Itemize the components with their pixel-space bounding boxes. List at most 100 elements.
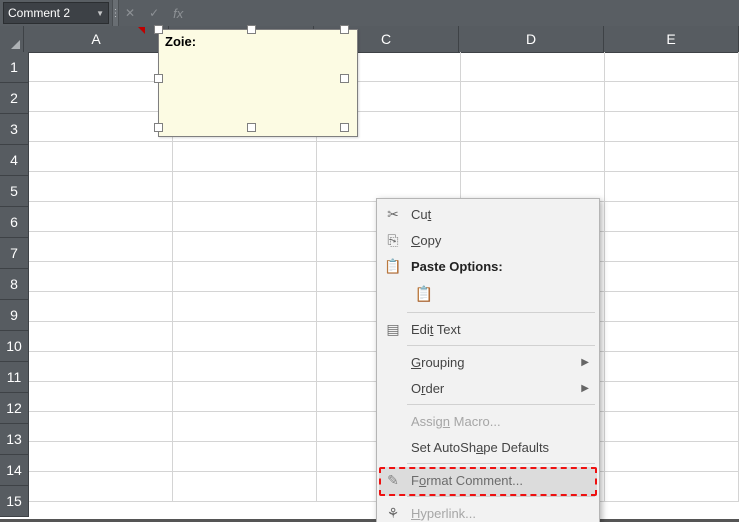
menu-item-copy[interactable]: ⎘Copy xyxy=(377,227,599,253)
selection-handle[interactable] xyxy=(340,25,349,34)
cell[interactable] xyxy=(461,52,605,82)
selection-handle[interactable] xyxy=(154,74,163,83)
cell[interactable] xyxy=(605,112,739,142)
cell[interactable] xyxy=(29,412,173,442)
cell[interactable] xyxy=(29,142,173,172)
cell[interactable] xyxy=(29,172,173,202)
cell[interactable] xyxy=(29,262,173,292)
selection-handle[interactable] xyxy=(340,74,349,83)
cell[interactable] xyxy=(29,232,173,262)
cell[interactable] xyxy=(461,142,605,172)
selection-handle[interactable] xyxy=(340,123,349,132)
column-header-E[interactable]: E xyxy=(604,26,739,53)
row-header-8[interactable]: 8 xyxy=(0,269,29,300)
cell[interactable] xyxy=(173,142,317,172)
selection-handle[interactable] xyxy=(154,25,163,34)
row-header-5[interactable]: 5 xyxy=(0,176,29,207)
cell[interactable] xyxy=(29,52,173,82)
menu-item-label: Assign Macro... xyxy=(411,414,501,429)
cell[interactable] xyxy=(605,472,739,502)
row-header-9[interactable]: 9 xyxy=(0,300,29,331)
menu-item-label: Hyperlink... xyxy=(411,506,476,521)
cell[interactable] xyxy=(29,352,173,382)
row-header-13[interactable]: 13 xyxy=(0,424,29,455)
row-header-7[interactable]: 7 xyxy=(0,238,29,269)
cell[interactable] xyxy=(605,322,739,352)
row-header-11[interactable]: 11 xyxy=(0,362,29,393)
selection-handle[interactable] xyxy=(154,123,163,132)
cell[interactable] xyxy=(173,382,317,412)
menu-separator xyxy=(407,312,595,313)
comment-author-label: Zoie: xyxy=(165,34,196,49)
cell[interactable] xyxy=(173,352,317,382)
cell[interactable] xyxy=(173,442,317,472)
name-box-dropdown-icon[interactable]: ▼ xyxy=(96,9,104,18)
cell[interactable] xyxy=(461,112,605,142)
menu-item-order[interactable]: Order▶ xyxy=(377,375,599,401)
cell[interactable] xyxy=(605,292,739,322)
cell[interactable] xyxy=(605,352,739,382)
cell[interactable] xyxy=(605,262,739,292)
cell[interactable] xyxy=(461,82,605,112)
cell[interactable] xyxy=(173,412,317,442)
column-header-D[interactable]: D xyxy=(459,26,604,53)
cell[interactable] xyxy=(173,172,317,202)
selection-handle[interactable] xyxy=(247,25,256,34)
cell[interactable] xyxy=(173,232,317,262)
cell[interactable] xyxy=(173,322,317,352)
cell[interactable] xyxy=(605,82,739,112)
row-header-4[interactable]: 4 xyxy=(0,145,29,176)
menu-item-grouping[interactable]: Grouping ▶ xyxy=(377,349,599,375)
menu-separator xyxy=(407,404,595,405)
menu-item-edit-text[interactable]: ▤Edit Text xyxy=(377,316,599,342)
cell[interactable] xyxy=(605,202,739,232)
menu-item-set-defaults[interactable]: Set AutoShape Defaults xyxy=(377,434,599,460)
row-header-10[interactable]: 10 xyxy=(0,331,29,362)
menu-item-cut[interactable]: ✂Cut xyxy=(377,201,599,227)
cancel-formula-icon[interactable]: ✕ xyxy=(125,6,135,20)
cell[interactable] xyxy=(29,442,173,472)
row-header-12[interactable]: 12 xyxy=(0,393,29,424)
cell[interactable] xyxy=(605,382,739,412)
confirm-formula-icon[interactable]: ✓ xyxy=(149,6,159,20)
cell[interactable] xyxy=(29,292,173,322)
cell[interactable] xyxy=(29,202,173,232)
row-header-3[interactable]: 3 xyxy=(0,114,29,145)
paste-option-icon[interactable]: 📋 xyxy=(411,281,437,307)
cell[interactable] xyxy=(317,142,461,172)
paste-options-row: 📋 xyxy=(377,279,599,309)
cell[interactable] xyxy=(29,382,173,412)
cell[interactable] xyxy=(605,442,739,472)
cell[interactable] xyxy=(29,82,173,112)
cell[interactable] xyxy=(605,232,739,262)
cut-icon: ✂ xyxy=(383,206,403,223)
column-header-A[interactable]: A xyxy=(24,26,169,53)
cell[interactable] xyxy=(29,472,173,502)
menu-item-label: Copy xyxy=(411,233,441,248)
cell[interactable] xyxy=(173,292,317,322)
select-all-corner[interactable] xyxy=(0,26,24,53)
grid: ABCDE 123456789101112131415 Zoie: ✂Cut⎘C… xyxy=(0,26,739,516)
menu-item-label: Grouping xyxy=(411,355,465,370)
row-header-14[interactable]: 14 xyxy=(0,455,29,486)
format-comment-icon: ✎ xyxy=(383,472,403,489)
cell[interactable] xyxy=(173,262,317,292)
cell[interactable] xyxy=(173,472,317,502)
menu-item-format-comment[interactable]: ✎Format Comment... xyxy=(377,467,599,493)
row-header-2[interactable]: 2 xyxy=(0,83,29,114)
cell[interactable] xyxy=(29,112,173,142)
comment-box[interactable]: Zoie: xyxy=(158,29,358,137)
submenu-arrow-icon: ▶ xyxy=(581,357,589,368)
cell[interactable] xyxy=(605,142,739,172)
fx-icon[interactable]: fx xyxy=(173,6,183,21)
row-header-15[interactable]: 15 xyxy=(0,486,29,517)
cell[interactable] xyxy=(173,202,317,232)
cell[interactable] xyxy=(605,52,739,82)
cell[interactable] xyxy=(29,322,173,352)
cell[interactable] xyxy=(605,412,739,442)
selection-handle[interactable] xyxy=(247,123,256,132)
row-header-6[interactable]: 6 xyxy=(0,207,29,238)
name-box[interactable]: Comment 2 ▼ xyxy=(3,2,109,24)
row-header-1[interactable]: 1 xyxy=(0,52,29,83)
cell[interactable] xyxy=(605,172,739,202)
